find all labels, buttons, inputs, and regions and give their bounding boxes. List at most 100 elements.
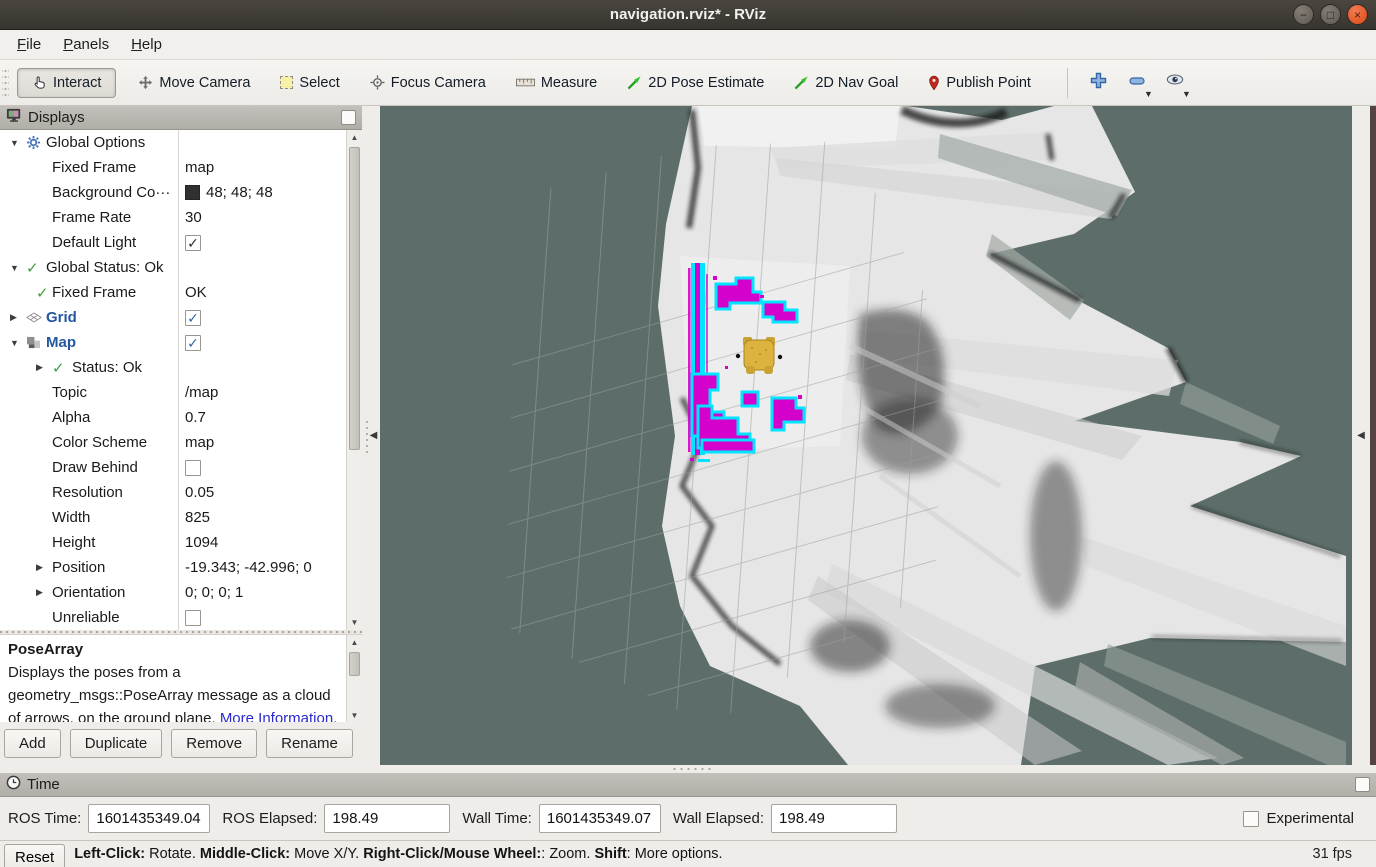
bottom-splitter[interactable] [0,765,1376,773]
scroll-down-icon[interactable]: ▼ [347,615,362,630]
tree-row-status-ok[interactable]: ▶✓Status: Ok [0,355,346,380]
dropdown-caret-icon[interactable]: ▼ [1182,90,1191,99]
menu-file[interactable]: File [6,32,52,57]
tree-row-height[interactable]: Height1094 [0,530,346,555]
wall-time-input[interactable] [539,804,661,833]
expand-icon[interactable]: ▶ [8,312,26,323]
scrollbar-thumb[interactable] [349,652,360,676]
expand-icon[interactable]: ▶ [34,562,52,573]
tree-row-topic[interactable]: Topic/map [0,380,346,405]
render-viewport[interactable] [380,106,1352,765]
collapse-left-icon[interactable]: ◀ [370,431,378,441]
add-tool-button[interactable] [1082,66,1116,100]
tree-row-resolution[interactable]: Resolution0.05 [0,480,346,505]
collapse-right-icon[interactable]: ◀ [1357,431,1365,441]
property-label: Fixed Frame [52,284,136,301]
time-panel-header[interactable]: Time [0,773,1376,797]
property-value[interactable]: 0; 0; 0; 1 [178,580,346,605]
maximize-button[interactable]: □ [1320,4,1341,25]
tree-row-unreliable[interactable]: Unreliable [0,605,346,630]
property-value[interactable]: map [178,155,346,180]
tree-row-alpha[interactable]: Alpha0.7 [0,405,346,430]
experimental-checkbox[interactable] [1243,811,1259,827]
minimize-button[interactable]: − [1293,4,1314,25]
color-swatch[interactable] [185,185,200,200]
tree-row-color-scheme[interactable]: Color Schememap [0,430,346,455]
tool-measure[interactable]: Measure [508,69,605,97]
scrollbar-thumb[interactable] [349,147,360,450]
tree-row-position[interactable]: ▶Position-19.343; -42.996; 0 [0,555,346,580]
tool-move-camera[interactable]: Move Camera [130,69,258,97]
property-value[interactable]: -19.343; -42.996; 0 [178,555,346,580]
right-splitter[interactable]: ◀ [1352,106,1376,765]
ros-elapsed-input[interactable] [324,804,450,833]
tree-row-fixed-frame[interactable]: ✓Fixed FrameOK [0,280,346,305]
tree-row-background-co[interactable]: Background Co···48; 48; 48 [0,180,346,205]
tool-publish-point[interactable]: Publish Point [920,69,1039,97]
checkbox[interactable]: ✓ [185,335,201,351]
property-value[interactable]: 0.05 [178,480,346,505]
3d-viewport-canvas[interactable] [380,106,1352,765]
scroll-up-icon[interactable]: ▲ [347,635,362,650]
tree-row-orientation[interactable]: ▶Orientation0; 0; 0; 1 [0,580,346,605]
property-value[interactable]: 30 [178,205,346,230]
displays-panel-header[interactable]: Displays [0,106,362,130]
checkbox[interactable]: ✓ [185,310,201,326]
property-value[interactable]: 48; 48; 48 [178,180,346,205]
checkbox[interactable] [185,460,201,476]
scroll-down-icon[interactable]: ▼ [347,708,362,722]
time-float-button[interactable] [1355,777,1370,792]
collapse-icon[interactable]: ▼ [8,338,26,348]
tree-row-frame-rate[interactable]: Frame Rate30 [0,205,346,230]
dropdown-caret-icon[interactable]: ▼ [1144,90,1153,99]
property-label: Global Status: Ok [46,259,164,276]
duplicate-button[interactable]: Duplicate [70,729,163,758]
tree-row-draw-behind[interactable]: Draw Behind [0,455,346,480]
property-value[interactable]: map [178,430,346,455]
remove-button[interactable]: Remove [171,729,257,758]
description-scrollbar[interactable]: ▲ ▼ [346,635,362,722]
property-label: Grid [46,309,77,326]
more-information-link[interactable]: More Information. [220,710,338,722]
property-value[interactable]: 0.7 [178,405,346,430]
property-value[interactable]: 825 [178,505,346,530]
tree-row-map[interactable]: ▼Map✓ [0,330,346,355]
tree-row-global-options[interactable]: ▼Global Options [0,130,346,155]
tree-row-width[interactable]: Width825 [0,505,346,530]
ros-time-input[interactable] [88,804,210,833]
reset-button[interactable]: Reset [4,844,65,867]
left-splitter[interactable]: ◀ [362,106,380,765]
menu-help[interactable]: Help [120,32,173,57]
tool-visibility-button[interactable]: ▼ [1158,66,1192,100]
close-button[interactable]: × [1347,4,1368,25]
tree-row-default-light[interactable]: Default Light✓ [0,230,346,255]
property-value[interactable]: OK [178,280,346,305]
scroll-up-icon[interactable]: ▲ [347,130,362,145]
tool-2d-pose-estimate[interactable]: 2D Pose Estimate [619,69,772,97]
title-bar[interactable]: navigation.rviz* - RViz −□× [0,0,1376,30]
expand-icon[interactable]: ▶ [34,587,52,598]
tree-row-global-status-ok[interactable]: ▼✓Global Status: Ok [0,255,346,280]
checkbox[interactable] [185,610,201,626]
displays-float-button[interactable] [341,110,356,125]
collapse-icon[interactable]: ▼ [8,138,26,148]
tool-focus-camera[interactable]: Focus Camera [362,69,494,97]
tree-row-grid[interactable]: ▶ Grid ✓ [0,305,346,330]
tool-2d-nav-goal[interactable]: 2D Nav Goal [786,69,906,97]
expand-icon[interactable]: ▶ [34,362,52,373]
collapse-icon[interactable]: ▼ [8,263,26,273]
property-value[interactable]: 1094 [178,530,346,555]
checkbox[interactable]: ✓ [185,235,201,251]
remove-tool-button[interactable]: ▼ [1120,66,1154,100]
displays-tree-scrollbar[interactable]: ▲ ▼ [346,130,362,630]
tree-row-fixed-frame[interactable]: Fixed Framemap [0,155,346,180]
toolbar-grip[interactable] [2,68,9,98]
rename-button[interactable]: Rename [266,729,353,758]
add-button[interactable]: Add [4,729,61,758]
wall-elapsed-input[interactable] [771,804,897,833]
property-value[interactable]: /map [178,380,346,405]
menu-panels[interactable]: Panels [52,32,120,57]
tool-interact[interactable]: Interact [17,68,116,98]
tool-select[interactable]: Select [272,69,347,97]
focus-crosshair-icon [370,75,385,90]
